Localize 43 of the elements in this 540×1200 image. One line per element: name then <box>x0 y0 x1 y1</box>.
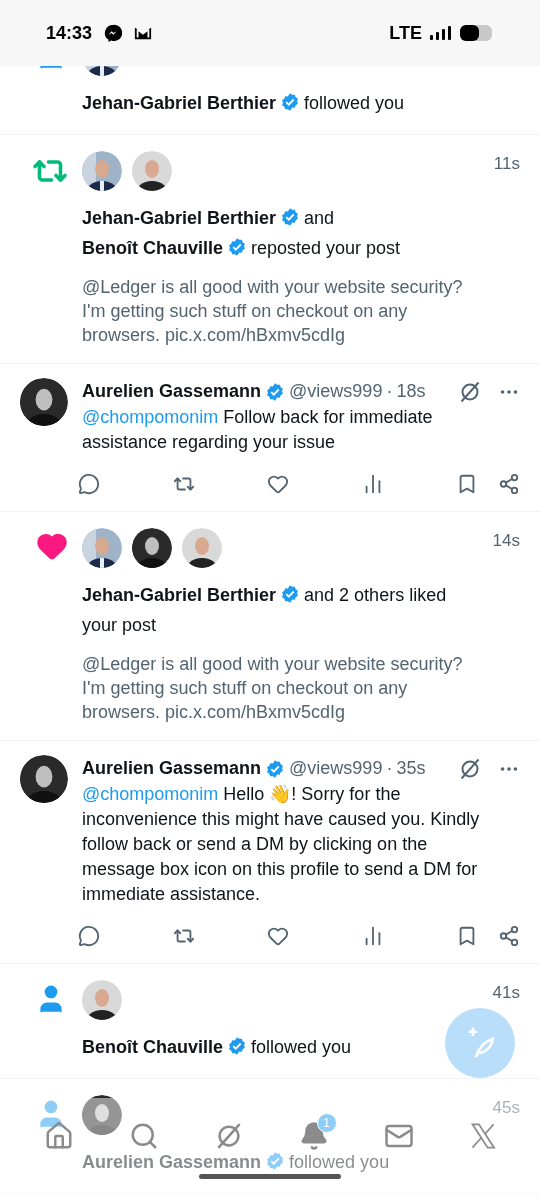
mail-icon <box>134 25 153 41</box>
user-name-link[interactable]: Benoît Chauville <box>82 1037 224 1057</box>
like-icon[interactable] <box>267 925 289 947</box>
notification-text: Benoît Chauville followed you <box>82 1035 352 1059</box>
timestamp: 18s <box>396 380 426 403</box>
user-name-link[interactable]: Jehan-Gabriel Berthier <box>82 93 277 113</box>
timestamp: 14s <box>492 530 520 552</box>
notification-text: Jehan-Gabriel Berthier followed you <box>82 91 405 115</box>
user-name-link[interactable]: Jehan-Gabriel Berthier <box>82 208 277 228</box>
notification-text: Aurelien Gassemann followed you <box>82 1150 390 1174</box>
slashed-circle-icon[interactable] <box>458 379 482 404</box>
user-name-link[interactable]: Benoît Chauville <box>82 238 224 258</box>
battery-icon <box>460 25 494 41</box>
post-preview[interactable]: @Ledger is all good with your website security? I'm getting such stuff on checkout on any browsers. pic.x.com/hBxmv5cdIg <box>82 652 520 724</box>
user-handle: @views999 <box>289 380 383 403</box>
post-preview[interactable]: @Ledger is all good with your website security? I'm getting such stuff on checkout on any browsers. pic.x.com/hBxmv5cdIg <box>82 275 520 347</box>
user-name[interactable]: Aurelien Gassemann <box>82 378 262 405</box>
notification-text: Jehan-Gabriel Berthier and 2 others liked your post <box>82 583 448 637</box>
notification-text: Jehan-Gabriel Berthier and Benoît Chauville reposted your post <box>82 206 401 260</box>
timestamp: 35s <box>396 757 426 780</box>
x-logo-icon[interactable] <box>468 1122 497 1150</box>
post-text: @chompomonim Hello 👋! Sorry for the inconvenience this might have caused you. Kindly follow back or send a DM by clicking on the message box icon on this profile to send a DM for immediate assistance. <box>82 783 481 906</box>
user-name[interactable]: Aurelien Gassemann <box>82 755 262 782</box>
user-name-link[interactable]: Jehan-Gabriel Berthier <box>82 585 277 605</box>
signal-icon <box>430 26 452 40</box>
like-icon[interactable] <box>267 473 289 495</box>
share-icon[interactable] <box>498 473 520 495</box>
share-icon[interactable] <box>498 925 520 947</box>
slashed-circle-icon[interactable] <box>458 756 482 781</box>
messenger-icon <box>104 24 123 42</box>
timestamp: 45s <box>492 1097 520 1119</box>
network-type: LTE <box>389 21 422 45</box>
clock-time: 14:33 <box>46 21 93 45</box>
separator-dot: · <box>386 757 393 780</box>
separator-dot: · <box>386 380 393 403</box>
home-icon[interactable] <box>43 1121 74 1151</box>
post-text: @chompomonim Follow back for immediate assistance regarding your issue <box>82 406 434 454</box>
notification-badge: 1 <box>316 1113 337 1133</box>
timestamp: 41s <box>492 982 520 1004</box>
reply-icon[interactable] <box>78 925 100 947</box>
reply-icon[interactable] <box>78 473 100 495</box>
timestamp: 11s <box>493 153 520 175</box>
user-handle: @views999 <box>289 757 383 780</box>
